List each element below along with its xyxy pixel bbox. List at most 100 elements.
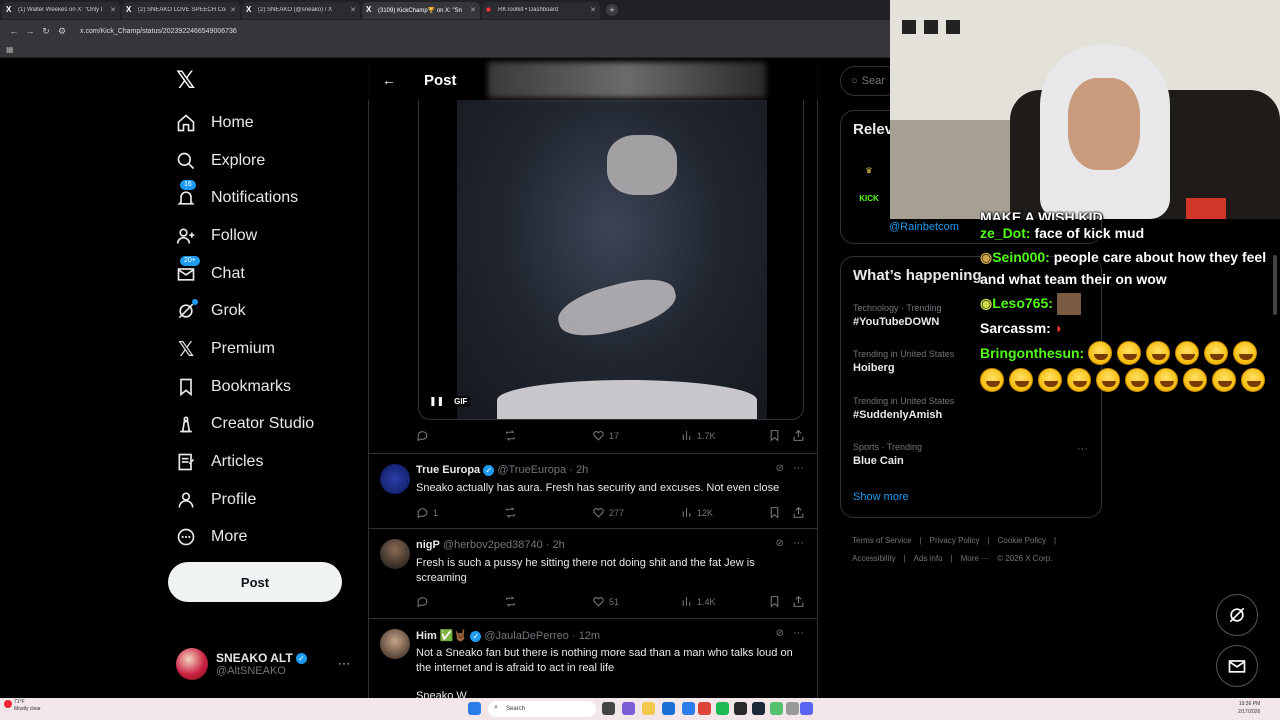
author-handle[interactable]: @JaulaDePerreo <box>484 630 569 642</box>
repost-button[interactable] <box>504 506 517 519</box>
nav-explore[interactable]: Explore <box>176 146 265 176</box>
more-options-icon[interactable]: ··· <box>793 462 804 474</box>
kick-logo-icon[interactable]: ♛ KICK <box>855 157 883 203</box>
footer-link[interactable]: More ··· <box>961 554 989 563</box>
more-options-icon[interactable]: ··· <box>793 537 804 549</box>
pause-icon[interactable]: ❚❚ <box>429 396 444 407</box>
trend-item[interactable]: Trending in United States Hoiberg <box>853 349 954 374</box>
nav-grok[interactable]: Grok <box>176 296 246 326</box>
windows-start-icon[interactable] <box>468 702 481 715</box>
close-tab-icon[interactable]: ✕ <box>590 6 596 14</box>
more-options-icon[interactable]: ··· <box>338 656 350 670</box>
author-name[interactable]: True Europa <box>416 464 480 476</box>
back-arrow-icon[interactable]: ← <box>6 26 22 36</box>
share-button[interactable] <box>792 429 805 442</box>
reply-button[interactable] <box>416 429 429 442</box>
views-button[interactable]: 1.7K <box>680 429 716 442</box>
bookmark-button[interactable] <box>768 595 781 608</box>
close-tab-icon[interactable]: ✕ <box>110 6 116 14</box>
nav-bookmarks[interactable]: Bookmarks <box>176 372 291 402</box>
author-handle[interactable]: @TrueEuropa <box>497 464 566 476</box>
share-button[interactable] <box>792 595 805 608</box>
reply-tweet[interactable]: nigP @herbov2ped38740 · 2h ⊘ ··· Fresh i… <box>368 528 818 618</box>
like-button[interactable]: 17 <box>592 429 619 442</box>
grok-floating-button[interactable] <box>1216 594 1258 636</box>
nav-premium[interactable]: 𝕏 Premium <box>176 334 275 364</box>
bookmark-button[interactable] <box>768 429 781 442</box>
copilot-icon[interactable] <box>622 702 635 715</box>
spotify-icon[interactable] <box>716 702 729 715</box>
bookmark-button[interactable] <box>768 506 781 519</box>
grok-explain-icon[interactable]: ⊘ <box>776 538 784 549</box>
nav-follow[interactable]: Follow <box>176 221 257 251</box>
steam-icon[interactable] <box>752 702 765 715</box>
account-switcher[interactable]: SNEAKO ALT ✓ @AltSNEAKO ··· <box>176 646 356 682</box>
app-icon[interactable] <box>682 702 695 715</box>
store-icon[interactable] <box>662 702 675 715</box>
grok-explain-icon[interactable]: ⊘ <box>776 463 784 474</box>
repost-button[interactable] <box>504 595 517 608</box>
browser-tab[interactable]: X (1) Walter Weekes on X: "Only I ✕ <box>2 1 120 19</box>
nav-profile[interactable]: Profile <box>176 485 256 515</box>
author-handle[interactable]: @herbov2ped38740 <box>443 539 543 551</box>
avatar[interactable] <box>380 539 410 569</box>
avatar[interactable] <box>380 629 410 659</box>
browser-tab[interactable]: ■ RKToolkit • Dashboard ✕ <box>482 1 600 19</box>
x-logo-icon[interactable]: 𝕏 <box>176 69 198 93</box>
author-name[interactable]: Him ✅🤘🏾 <box>416 630 467 642</box>
trend-item[interactable]: Technology · Trending #YouTubeDOWN <box>853 303 942 328</box>
grok-explain-icon[interactable]: ⊘ <box>776 628 784 639</box>
app-icon[interactable] <box>770 702 783 715</box>
share-button[interactable] <box>792 506 805 519</box>
chrome-icon[interactable] <box>698 702 711 715</box>
messages-floating-button[interactable] <box>1216 645 1258 687</box>
reply-button[interactable] <box>416 595 429 608</box>
new-tab-button[interactable]: + <box>606 4 618 16</box>
browser-tab[interactable]: X (2) SNEAKO LOVE SPEECH Com ✕ <box>122 1 240 19</box>
url-field[interactable]: x.com/Kick_Champ/status/2023922466549006… <box>80 28 237 35</box>
forward-arrow-icon[interactable]: → <box>22 26 38 36</box>
like-button[interactable]: 51 <box>592 595 619 608</box>
footer-link[interactable]: Terms of Service <box>852 536 912 545</box>
taskbar-search[interactable]: ⌕ Search <box>488 701 596 717</box>
app-icon[interactable] <box>786 702 799 715</box>
footer-link[interactable]: Accessibility <box>852 554 896 563</box>
taskbar-clock[interactable]: 10:36 PM 2/17/2026 <box>1238 700 1260 716</box>
back-arrow-icon[interactable]: ← <box>382 72 396 88</box>
post-button[interactable]: Post <box>168 562 342 602</box>
close-tab-icon[interactable]: ✕ <box>470 6 476 14</box>
apps-grid-icon[interactable]: ▦ <box>6 45 14 54</box>
reload-icon[interactable]: ↻ <box>38 26 54 37</box>
task-view-icon[interactable] <box>602 702 615 715</box>
nav-notifications[interactable]: 16 Notifications <box>176 180 298 213</box>
show-more-link[interactable]: Show more <box>853 491 909 503</box>
avatar[interactable] <box>380 464 410 494</box>
nav-articles[interactable]: Articles <box>176 447 263 477</box>
author-name[interactable]: nigP <box>416 539 440 551</box>
repost-button[interactable] <box>504 429 517 442</box>
close-tab-icon[interactable]: ✕ <box>350 6 356 14</box>
close-tab-icon[interactable]: ✕ <box>230 6 236 14</box>
trend-item[interactable]: Sports · Trending Blue Cain <box>853 442 922 467</box>
nav-more[interactable]: More <box>176 522 247 552</box>
reply-button[interactable]: 1 <box>416 506 438 519</box>
browser-tab-active[interactable]: X (3109) KickChamp🏆 on X: "Sn ✕ <box>362 1 480 19</box>
footer-link[interactable]: Cookie Policy <box>998 536 1046 545</box>
site-info-icon[interactable]: ⚙ <box>54 26 70 37</box>
more-options-icon[interactable]: ··· <box>793 627 804 639</box>
trend-item[interactable]: Trending in United States #SuddenlyAmish <box>853 396 954 421</box>
gif-media[interactable]: ❚❚ GIF <box>418 100 804 420</box>
like-button[interactable]: 277 <box>592 506 624 519</box>
nav-chat[interactable]: 20+ Chat <box>176 256 245 289</box>
views-button[interactable]: 12K <box>680 506 713 519</box>
scrollbar[interactable] <box>1273 255 1277 315</box>
nav-home[interactable]: Home <box>176 108 254 138</box>
app-icon[interactable] <box>734 702 747 715</box>
file-explorer-icon[interactable] <box>642 702 655 715</box>
profile-link[interactable]: @Rainbetcom <box>889 221 959 233</box>
weather-widget[interactable]: 71°F Mostly clear <box>14 699 41 713</box>
nav-creator-studio[interactable]: Creator Studio <box>176 409 314 439</box>
footer-link[interactable]: Ads info <box>914 554 943 563</box>
reply-tweet[interactable]: True Europa ✓ @TrueEuropa · 2h ⊘ ··· Sne… <box>368 453 818 528</box>
more-options-icon[interactable]: ··· <box>1077 443 1088 455</box>
